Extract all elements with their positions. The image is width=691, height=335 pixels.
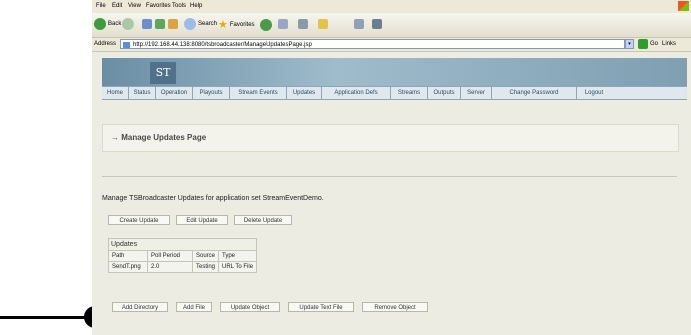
search-icon: [184, 18, 196, 30]
go-arrow-icon[interactable]: [638, 39, 648, 49]
update-text-file-button[interactable]: Update Text File: [288, 302, 354, 312]
add-file-button[interactable]: Add File: [176, 302, 212, 312]
table-cell: Testing: [191, 261, 220, 273]
menu-view[interactable]: View: [128, 3, 141, 9]
mail-icon[interactable]: [278, 19, 288, 29]
forward-button[interactable]: [122, 18, 134, 30]
url-field[interactable]: http://192.168.44.138:8080/tsbroadcaster…: [120, 39, 625, 49]
nav-change-password[interactable]: Change Password: [492, 87, 577, 99]
home-icon[interactable]: [168, 19, 178, 29]
nav-updates[interactable]: Updates: [287, 87, 322, 99]
column-header: Poll Period: [147, 250, 193, 262]
media-icon[interactable]: [260, 19, 272, 31]
remove-object-button[interactable]: Remove Object: [362, 302, 428, 312]
print-icon[interactable]: [298, 19, 308, 29]
url-text: http://192.168.44.138:8080/tsbroadcaster…: [133, 42, 312, 48]
forward-arrow-icon: [122, 18, 134, 30]
divider: [102, 176, 677, 177]
nav-bar: Home Status Operation Playouts Stream Ev…: [102, 86, 687, 100]
page-title-box: → Manage Updates Page: [102, 124, 679, 152]
edit-icon[interactable]: [318, 19, 328, 29]
nav-operation[interactable]: Operation: [156, 87, 193, 99]
page-icon: [123, 42, 130, 48]
menu-tools[interactable]: Tools: [172, 3, 186, 9]
stop-icon[interactable]: [142, 19, 152, 29]
go-button[interactable]: Go: [650, 41, 658, 47]
page-content: ST Home Status Operation Playouts Stream…: [92, 52, 691, 335]
nav-streams[interactable]: Streams: [391, 87, 428, 99]
refresh-icon[interactable]: [155, 19, 165, 29]
discuss-icon[interactable]: [354, 19, 364, 29]
column-header: Path: [108, 250, 148, 262]
nav-server[interactable]: Server: [461, 87, 492, 99]
address-label: Address: [94, 41, 117, 47]
callout-pointer-line: [0, 316, 92, 319]
table-cell: URL To File: [218, 261, 258, 273]
table-row[interactable]: SendT.png 2.0 Testing URL To File: [108, 261, 258, 273]
nav-application-defs[interactable]: Application Defs: [322, 87, 391, 99]
nav-logout[interactable]: Logout: [577, 87, 611, 99]
back-button[interactable]: Back: [94, 18, 121, 30]
toolbar: Back Search ★ Favorites: [92, 13, 691, 38]
back-arrow-icon: [94, 18, 106, 30]
page-description: Manage TSBroadcaster Updates for applica…: [102, 195, 324, 202]
links-button[interactable]: Links: [662, 41, 676, 47]
search-button[interactable]: Search: [184, 18, 217, 30]
star-icon: ★: [218, 19, 228, 31]
add-directory-button[interactable]: Add Directory: [112, 302, 168, 312]
menu-file[interactable]: File: [96, 3, 106, 9]
table-header-row: Path Poll Period Source Type: [108, 250, 258, 262]
delete-update-button[interactable]: Delete Update: [234, 215, 292, 225]
nav-home[interactable]: Home: [102, 87, 129, 99]
page-title: → Manage Updates Page: [111, 133, 207, 142]
nav-stream-events[interactable]: Stream Events: [230, 87, 287, 99]
update-object-button[interactable]: Update Object: [220, 302, 280, 312]
menu-favorites[interactable]: Favorites: [146, 3, 171, 9]
edit-update-button[interactable]: Edit Update: [176, 215, 228, 225]
arrow-right-icon: →: [111, 133, 119, 142]
updates-table-caption: Updates: [108, 238, 258, 250]
table-cell: SendT.png: [108, 261, 148, 273]
browser-window: File Edit View Favorites Tools Help Back…: [92, 0, 691, 335]
menu-bar: File Edit View Favorites Tools Help: [92, 0, 691, 13]
updates-table: Updates Path Poll Period Source Type Sen…: [108, 238, 258, 273]
menu-edit[interactable]: Edit: [112, 3, 122, 9]
favorites-button[interactable]: ★ Favorites: [218, 18, 255, 31]
messenger-icon[interactable]: [372, 19, 382, 29]
header-banner: ST: [102, 58, 687, 86]
table-cell: 2.0: [147, 261, 193, 273]
st-logo: ST: [150, 62, 176, 84]
column-header: Source: [191, 250, 220, 262]
menu-help[interactable]: Help: [190, 3, 202, 9]
windows-logo-icon: [678, 1, 689, 11]
nav-status[interactable]: Status: [129, 87, 156, 99]
address-dropdown[interactable]: ▾: [625, 39, 634, 49]
column-header: Type: [218, 250, 258, 262]
address-bar: Address http://192.168.44.138:8080/tsbro…: [92, 38, 691, 52]
nav-playouts[interactable]: Playouts: [193, 87, 230, 99]
nav-outputs[interactable]: Outputs: [428, 87, 461, 99]
create-update-button[interactable]: Create Update: [108, 215, 170, 225]
